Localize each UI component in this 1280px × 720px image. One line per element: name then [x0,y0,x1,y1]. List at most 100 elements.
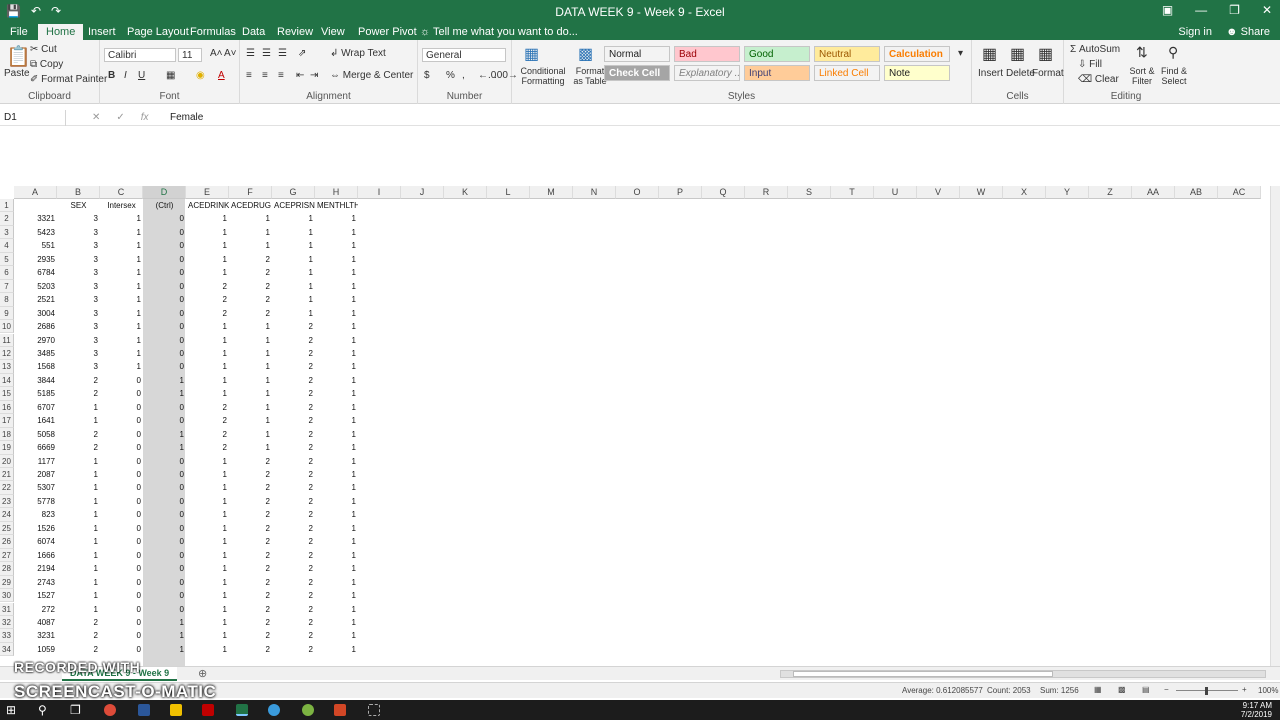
table-cell[interactable]: 0 [100,576,143,589]
table-cell[interactable]: 2 [272,320,315,333]
table-cell[interactable]: 823 [14,508,57,521]
table-cell[interactable]: 2 [272,549,315,562]
column-header-k[interactable]: K [444,186,487,199]
scrollbar-thumb[interactable] [793,671,1053,677]
table-cell[interactable]: 1 [100,320,143,333]
table-cell[interactable]: 1 [186,643,229,656]
table-cell[interactable]: 1666 [14,549,57,562]
table-cell[interactable]: 2 [229,307,272,320]
column-header-l[interactable]: L [487,186,530,199]
row-header[interactable]: 30 [0,589,14,603]
format-painter-button[interactable]: ✐ Format Painter [30,74,107,85]
column-header-w[interactable]: W [960,186,1003,199]
table-cell[interactable]: 1 [143,441,186,454]
table-cell[interactable]: 2 [186,414,229,427]
table-cell[interactable]: 0 [100,616,143,629]
table-cell[interactable]: 6074 [14,535,57,548]
column-header-v[interactable]: V [917,186,960,199]
table-cell[interactable]: 3 [57,360,100,373]
table-cell[interactable]: 1 [315,212,358,225]
table-cell[interactable]: 0 [143,334,186,347]
row-header[interactable]: 6 [0,266,14,280]
table-cell[interactable]: 2 [229,455,272,468]
table-cell[interactable]: 1 [57,603,100,616]
table-cell[interactable]: 0 [100,401,143,414]
autosum-button[interactable]: Σ AutoSum [1070,44,1120,55]
row-header[interactable]: 26 [0,535,14,549]
table-cell[interactable]: 2 [229,643,272,656]
row-header[interactable]: 31 [0,602,14,616]
column-header-f[interactable]: F [229,186,272,199]
tab-home[interactable]: Home [38,24,84,40]
table-cell[interactable]: 3 [57,253,100,266]
header-cell[interactable]: MENTHLTH [315,199,358,212]
table-cell[interactable]: 2 [272,616,315,629]
table-cell[interactable]: 1 [315,576,358,589]
percent-icon[interactable]: % [446,70,455,81]
table-cell[interactable]: 2 [272,589,315,602]
row-header[interactable]: 29 [0,575,14,590]
row-header[interactable]: 14 [0,373,14,388]
header-cell[interactable]: (Ctrl) [143,199,186,212]
snipping-icon[interactable] [368,704,380,716]
table-cell[interactable]: 0 [100,562,143,575]
windows-start-icon[interactable]: ⊞ [6,703,16,717]
bold-button[interactable]: B [108,70,115,81]
ribbon-display-icon[interactable]: ▣ [1162,3,1173,17]
table-cell[interactable]: 0 [143,239,186,252]
table-cell[interactable]: 1 [315,508,358,521]
row-header[interactable]: 25 [0,521,14,536]
wrap-text-button[interactable]: ↲ Wrap Text [330,48,386,59]
table-cell[interactable]: 1 [100,360,143,373]
zoom-level[interactable]: 100% [1258,686,1278,695]
row-header[interactable]: 21 [0,468,14,482]
table-cell[interactable]: 0 [143,293,186,306]
table-cell[interactable]: 0 [143,576,186,589]
sign-in-link[interactable]: Sign in [1178,26,1212,38]
table-cell[interactable]: 2 [272,468,315,481]
table-cell[interactable]: 1 [229,360,272,373]
table-cell[interactable]: 1 [186,481,229,494]
table-cell[interactable]: 1 [57,508,100,521]
table-cell[interactable]: 1 [229,320,272,333]
table-cell[interactable]: 0 [143,401,186,414]
table-cell[interactable]: 0 [143,495,186,508]
format-as-table-button[interactable]: Format as Table [572,66,608,86]
table-cell[interactable]: 3485 [14,347,57,360]
table-cell[interactable]: 2 [272,495,315,508]
table-cell[interactable]: 1 [186,535,229,548]
format-cells-button[interactable]: Format [1032,68,1064,79]
table-cell[interactable]: 1568 [14,360,57,373]
table-cell[interactable]: 1 [57,549,100,562]
underline-button[interactable]: U [138,70,145,81]
cancel-icon[interactable]: ✕ [92,112,100,123]
table-cell[interactable]: 3 [57,334,100,347]
table-cell[interactable]: 1 [186,522,229,535]
table-cell[interactable]: 1 [100,280,143,293]
table-cell[interactable]: 2 [229,280,272,293]
table-cell[interactable]: 0 [143,522,186,535]
table-cell[interactable]: 2 [57,387,100,400]
align-center-icon[interactable]: ≡ [262,70,268,81]
table-cell[interactable]: 3 [57,307,100,320]
table-cell[interactable]: 5307 [14,481,57,494]
column-header-y[interactable]: Y [1046,186,1089,199]
table-cell[interactable]: 2 [272,401,315,414]
table-cell[interactable]: 1 [315,239,358,252]
table-cell[interactable]: 3 [57,212,100,225]
table-cell[interactable]: 1 [315,334,358,347]
row-header[interactable]: 20 [0,454,14,468]
column-header-u[interactable]: U [874,186,917,199]
table-cell[interactable]: 1 [57,535,100,548]
column-header-i[interactable]: I [358,186,401,199]
table-cell[interactable]: 1 [315,347,358,360]
table-cell[interactable]: 1 [229,441,272,454]
table-cell[interactable]: 1 [100,293,143,306]
table-cell[interactable]: 2 [229,576,272,589]
column-header-ab[interactable]: AB [1175,186,1218,199]
table-cell[interactable]: 1 [315,468,358,481]
shrink-font-icon[interactable]: A˅ [224,48,237,59]
table-cell[interactable]: 1 [57,468,100,481]
style-bad[interactable]: Bad [674,46,740,62]
table-cell[interactable]: 0 [100,535,143,548]
